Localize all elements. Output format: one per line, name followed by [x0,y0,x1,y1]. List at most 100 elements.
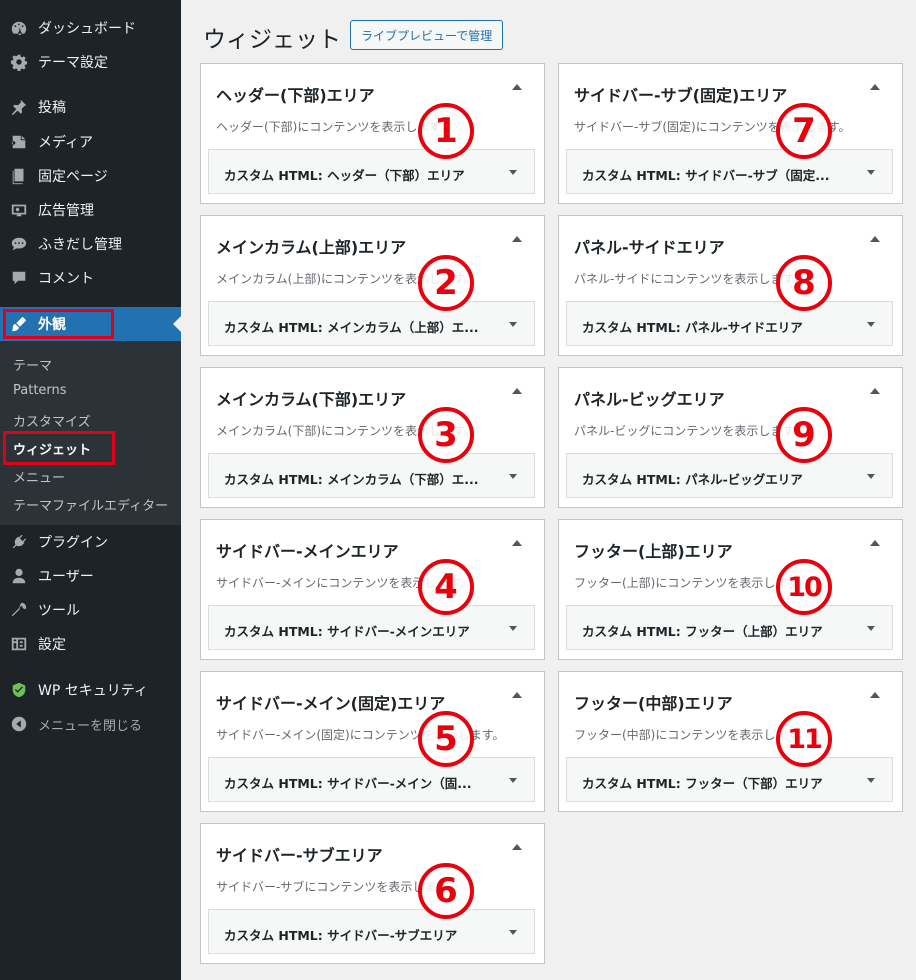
collapse-arrow-icon[interactable] [512,236,522,242]
settings-icon [9,634,29,654]
widget-title: カスタム HTML: ヘッダー（下部）エリア [224,168,465,183]
menu-ads[interactable]: 広告管理 [0,193,181,227]
widget-area-title[interactable]: フッター(上部)エリア [574,538,733,562]
submenu-customize[interactable]: カスタマイズ [13,411,91,430]
widget-area-title[interactable]: メインカラム(上部)エリア [216,234,406,258]
menu-dashboard[interactable]: ダッシュボード [0,11,181,45]
number-marker: 10 [776,559,832,615]
widget-item[interactable]: カスタム HTML: フッター（上部）エリア [566,605,893,650]
widget-item[interactable]: カスタム HTML: フッター（下部）エリア [566,757,893,802]
collapse-arrow-icon[interactable] [512,692,522,698]
main-content: ウィジェット ライブプレビューで管理 ヘッダー(下部)エリア ヘッダー(下部)にコ… [181,0,916,980]
widget-area: サイドバー-メイン(固定)エリア サイドバー-メイン(固定)にコンテンツを表示しま… [200,671,545,812]
widget-area-title[interactable]: パネル-サイドエリア [574,234,725,258]
collapse-arrow-icon[interactable] [870,540,880,546]
page-icon [9,166,29,186]
menu-label: メニューを閉じる [38,718,143,734]
menu-users[interactable]: ユーザー [0,559,181,593]
widget-area: パネル-サイドエリア パネル-サイドにコンテンツを表示します。 カスタム HTML:… [558,215,903,356]
menu-collapse[interactable]: メニューを閉じる [0,707,181,741]
menu-tools[interactable]: ツール [0,593,181,627]
widget-area-title[interactable]: メインカラム(下部)エリア [216,386,406,410]
expand-arrow-icon[interactable] [867,170,875,175]
highlight-box [3,309,114,339]
widget-area-description: パネル-ビッグにコンテンツを表示します。 [574,424,806,438]
widget-item[interactable]: カスタム HTML: ヘッダー（下部）エリア [208,149,535,194]
menu-wp-security[interactable]: WP セキュリティ [0,673,181,707]
widget-area-title[interactable]: パネル-ビッグエリア [574,386,725,410]
number-marker: 8 [776,255,832,311]
widget-item[interactable]: カスタム HTML: パネル-サイドエリア [566,301,893,346]
widget-area-title[interactable]: サイドバー-サブ(固定)エリア [574,82,787,106]
menu-speech-bubbles[interactable]: ふきだし管理 [0,227,181,261]
widget-area: フッター(上部)エリア フッター(上部)にコンテンツを表示します。 カスタム HTM… [558,519,903,660]
widget-area-title[interactable]: ヘッダー(下部)エリア [216,82,375,106]
widget-item[interactable]: カスタム HTML: サイドバー-メインエリア [208,605,535,650]
menu-label: 設定 [38,637,66,653]
widget-area-title[interactable]: サイドバー-メイン(固定)エリア [216,690,445,714]
menu-pages[interactable]: 固定ページ [0,159,181,193]
widget-item[interactable]: カスタム HTML: メインカラム（下部）エ... [208,453,535,498]
submenu-patterns[interactable]: Patterns [13,383,67,398]
number-marker: 3 [418,407,474,463]
menu-plugins[interactable]: プラグイン [0,525,181,559]
collapse-arrow-icon[interactable] [870,84,880,90]
menu-label: WP セキュリティ [38,683,148,699]
menu-media[interactable]: メディア [0,125,181,159]
number-marker: 11 [776,711,832,767]
collapse-arrow-icon[interactable] [870,692,880,698]
highlight-box [3,431,115,465]
menu-posts[interactable]: 投稿 [0,90,181,124]
expand-arrow-icon[interactable] [867,778,875,783]
ad-icon [9,200,29,220]
number-marker: 6 [418,863,474,919]
widget-item[interactable]: カスタム HTML: パネル-ビッグエリア [566,453,893,498]
expand-arrow-icon[interactable] [509,474,517,479]
dashboard-icon [9,18,29,38]
menu-theme-settings[interactable]: テーマ設定 [0,45,181,79]
widget-item[interactable]: カスタム HTML: サイドバー-サブ（固定... [566,149,893,194]
widget-area-title[interactable]: サイドバー-サブエリア [216,842,383,866]
menu-label: ツール [38,603,80,619]
widget-area-title[interactable]: フッター(中部)エリア [574,690,733,714]
widget-item[interactable]: カスタム HTML: サイドバー-サブエリア [208,909,535,954]
widget-area: サイドバー-サブ(固定)エリア サイドバー-サブ(固定)にコンテンツを表示します。… [558,63,903,204]
submenu-themes[interactable]: テーマ [13,355,52,374]
collapse-arrow-icon[interactable] [512,540,522,546]
speech-bubble-icon [9,234,29,254]
expand-arrow-icon[interactable] [509,778,517,783]
expand-arrow-icon[interactable] [509,930,517,935]
expand-arrow-icon[interactable] [867,474,875,479]
widget-area: メインカラム(下部)エリア メインカラム(下部)にコンテンツを表示します。 カスタム… [200,367,545,508]
menu-appearance[interactable]: 外観 [0,307,181,341]
expand-arrow-icon[interactable] [867,626,875,631]
widget-area: サイドバー-メインエリア サイドバー-メインにコンテンツを表示します。 カスタム H… [200,519,545,660]
submenu-menus[interactable]: メニュー [13,467,65,486]
menu-label: ふきだし管理 [38,237,122,253]
widget-item[interactable]: カスタム HTML: サイドバー-メイン（固... [208,757,535,802]
menu-settings[interactable]: 設定 [0,627,181,661]
menu-label: メディア [38,135,94,151]
number-marker: 2 [418,255,474,311]
widget-title: カスタム HTML: メインカラム（下部）エ... [224,472,479,487]
collapse-arrow-icon[interactable] [870,388,880,394]
collapse-arrow-icon[interactable] [512,388,522,394]
collapse-arrow-icon[interactable] [512,844,522,850]
submenu-theme-file-editor[interactable]: テーマファイルエディター [13,495,168,514]
expand-arrow-icon[interactable] [509,170,517,175]
widget-title: カスタム HTML: メインカラム（上部）エ... [224,320,479,335]
expand-arrow-icon[interactable] [867,322,875,327]
widget-title: カスタム HTML: サイドバー-サブ（固定... [582,168,830,183]
menu-label: テーマ設定 [38,55,108,71]
user-icon [9,566,29,586]
menu-comments[interactable]: コメント [0,261,181,295]
collapse-arrow-icon[interactable] [870,236,880,242]
live-preview-button[interactable]: ライブプレビューで管理 [350,20,504,50]
expand-arrow-icon[interactable] [509,626,517,631]
number-marker: 7 [776,103,832,159]
number-marker: 5 [418,711,474,767]
collapse-arrow-icon[interactable] [512,84,522,90]
widget-area-title[interactable]: サイドバー-メインエリア [216,538,399,562]
expand-arrow-icon[interactable] [509,322,517,327]
widget-item[interactable]: カスタム HTML: メインカラム（上部）エ... [208,301,535,346]
